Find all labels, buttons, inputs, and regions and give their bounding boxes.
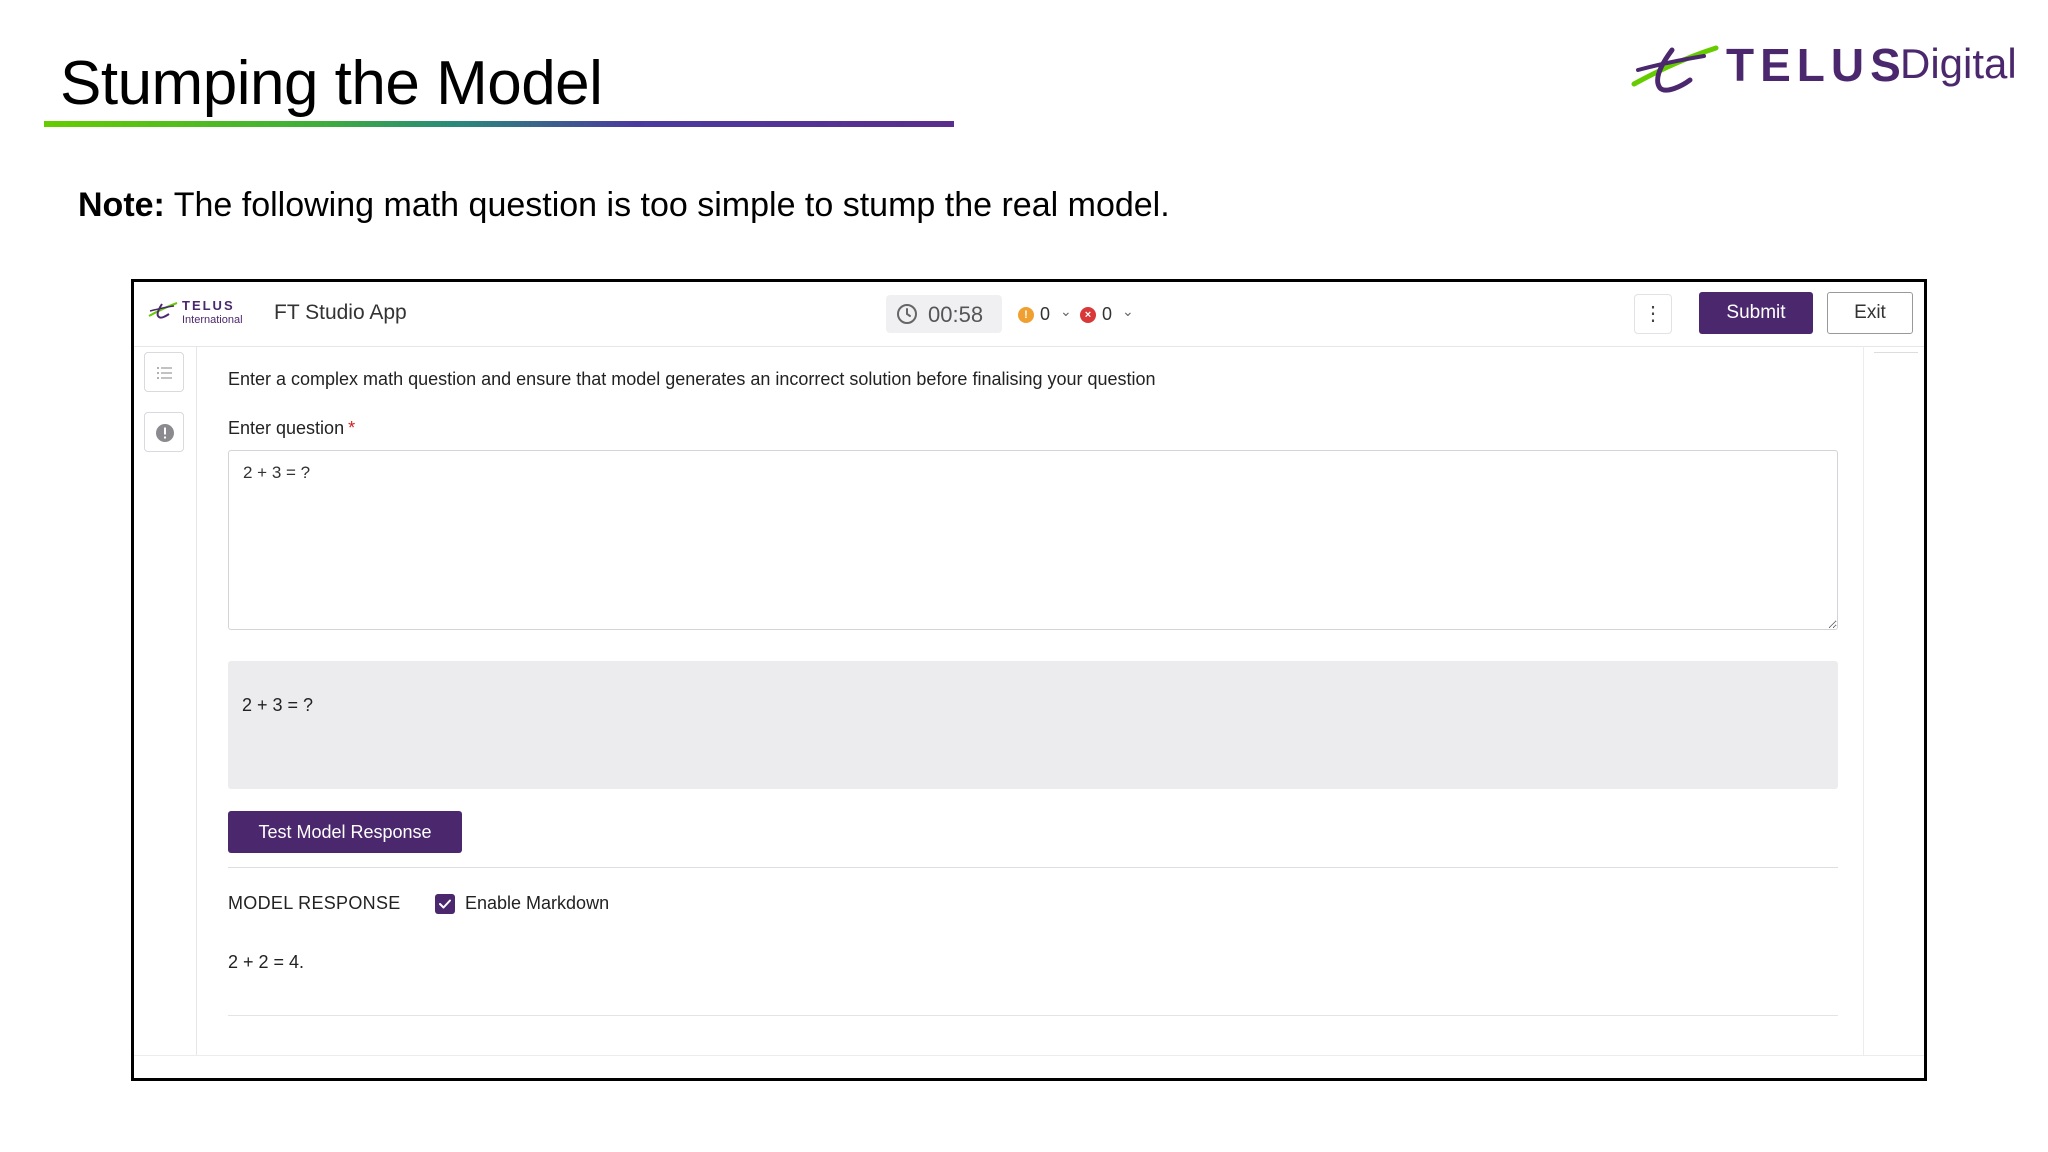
left-sidebar — [134, 346, 197, 1056]
warning-icon: ! — [1018, 307, 1034, 323]
telus-mini-leaf-icon — [148, 302, 178, 319]
brand-telus-text: TELUS — [1726, 39, 1907, 91]
issue-counters: ! 0 ⌄ × 0 ⌄ — [1018, 295, 1148, 333]
telus-leaf-icon — [1631, 45, 1719, 93]
app-name: FT Studio App — [274, 301, 407, 324]
chevron-down-icon[interactable]: ⌄ — [1060, 303, 1072, 320]
slide-note: Note: The following math question is too… — [78, 186, 1170, 225]
sidebar-list-button[interactable] — [144, 352, 184, 392]
error-count[interactable]: 0 — [1102, 304, 1112, 325]
brand-digital-text: Digital — [1900, 40, 2017, 87]
info-icon — [156, 424, 174, 442]
slide-title: Stumping the Model — [60, 49, 603, 118]
test-model-response-button[interactable]: Test Model Response — [228, 811, 462, 853]
question-label-text: Enter question — [228, 418, 345, 438]
model-response-text: 2 + 2 = 4. — [228, 952, 305, 972]
bottom-divider — [134, 1055, 1924, 1056]
title-gradient-rule — [44, 121, 954, 127]
telus-digital-logo: TELUS Digital — [1630, 36, 2020, 100]
check-icon — [439, 899, 451, 909]
exit-button[interactable]: Exit — [1827, 292, 1913, 334]
enable-markdown-label[interactable]: Enable Markdown — [465, 893, 609, 914]
list-icon — [157, 367, 172, 379]
warning-count[interactable]: 0 — [1040, 304, 1050, 325]
section-divider — [228, 867, 1838, 868]
sidebar-info-button[interactable] — [144, 412, 184, 452]
app-window: TELUS International FT Studio App 00:58 … — [131, 279, 1927, 1081]
question-preview: 2 + 3 = ? — [228, 661, 1838, 789]
task-instructions: Enter a complex math question and ensure… — [228, 369, 1156, 389]
question-preview-text: 2 + 3 = ? — [242, 695, 314, 715]
right-panel-divider — [1863, 346, 1864, 1056]
note-text: The following math question is too simpl… — [164, 186, 1170, 224]
mini-logo-telus: TELUS — [182, 298, 235, 313]
more-options-button[interactable]: ⋮ — [1634, 294, 1672, 334]
enable-markdown-checkbox[interactable] — [435, 894, 455, 914]
question-label: Enter question * — [228, 418, 355, 439]
clock-icon — [897, 304, 917, 324]
note-label: Note: — [78, 186, 165, 224]
required-marker: * — [348, 418, 356, 438]
question-input[interactable]: 2 + 3 = ? — [228, 450, 1838, 630]
model-response-header: MODEL RESPONSE — [228, 893, 401, 913]
timer: 00:58 — [886, 295, 1002, 333]
right-panel-marker — [1874, 352, 1918, 353]
chevron-down-icon[interactable]: ⌄ — [1122, 303, 1134, 320]
timer-value: 00:58 — [928, 302, 984, 327]
submit-button[interactable]: Submit — [1699, 292, 1813, 334]
mini-logo-international: International — [182, 314, 243, 326]
app-topbar: TELUS International FT Studio App 00:58 … — [134, 282, 1924, 347]
error-icon: × — [1080, 307, 1096, 323]
response-divider — [228, 1015, 1838, 1016]
telus-international-logo: TELUS International — [148, 296, 258, 332]
